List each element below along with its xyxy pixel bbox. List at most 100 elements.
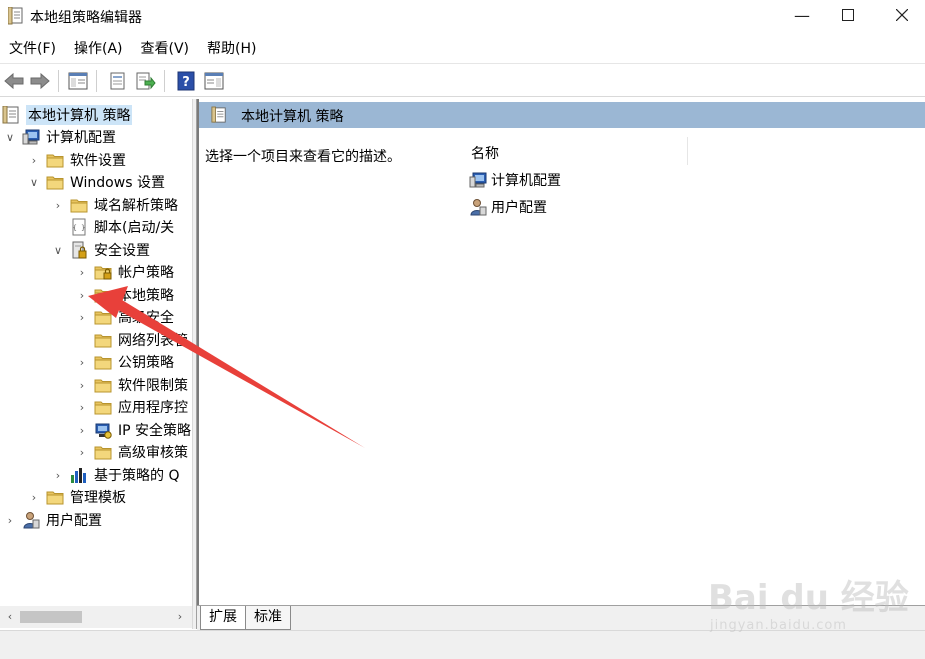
tree-item-scripts[interactable]: 脚本(启动/关: [52, 216, 174, 238]
tree-item-dns-policy[interactable]: › 域名解析策略: [52, 194, 178, 216]
show-hide-action-pane-button[interactable]: [202, 69, 226, 93]
folder-icon: [94, 308, 112, 326]
tree-item-computer-configuration[interactable]: ∨ 计算机配置: [4, 126, 116, 148]
chevron-right-icon[interactable]: ›: [76, 351, 88, 373]
close-button[interactable]: [879, 0, 925, 30]
menu-view[interactable]: 查看(V): [132, 36, 199, 62]
tree-item-user-configuration[interactable]: › 用户配置: [4, 509, 102, 531]
tree-item-label: 高级安全: [118, 310, 174, 326]
list-item-user-configuration[interactable]: 用户配置: [469, 196, 547, 218]
chevron-down-icon[interactable]: ∨: [52, 239, 64, 261]
show-hide-action-pane-icon: [204, 72, 224, 90]
baidu-watermark: Bai du 经验 jingyan.baidu.com: [700, 570, 910, 640]
properties-button[interactable]: [106, 69, 130, 93]
script-icon: [70, 218, 88, 236]
folder-icon: [70, 196, 88, 214]
policy-document-icon: [2, 106, 20, 124]
help-icon: ?: [177, 71, 195, 91]
chevron-right-icon[interactable]: ›: [4, 509, 16, 531]
back-button[interactable]: [2, 69, 26, 93]
tree-item-label: 域名解析策略: [94, 198, 178, 214]
tree-item-label: 高级审核策: [118, 445, 188, 461]
tree-item-label: Windows 设置: [70, 175, 165, 191]
chevron-right-icon[interactable]: ›: [76, 284, 88, 306]
tree-item-label: 安全设置: [94, 243, 150, 259]
folder-icon: [94, 353, 112, 371]
tree-item-local-computer-policy[interactable]: 本地计算机 策略: [2, 104, 133, 126]
watermark-url: jingyan.baidu.com: [710, 618, 847, 633]
scroll-left-icon[interactable]: ‹: [2, 609, 18, 625]
qos-chart-icon: [70, 466, 88, 484]
chevron-right-icon[interactable]: ›: [28, 149, 40, 171]
column-separator[interactable]: [687, 137, 688, 165]
tree-item-network-list[interactable]: 网络列表管: [76, 329, 188, 351]
chevron-right-icon[interactable]: ›: [76, 306, 88, 328]
computer-icon: [469, 171, 487, 189]
tree-item-label: IP 安全策略: [118, 423, 192, 439]
back-arrow-icon: [4, 72, 24, 90]
column-header-name[interactable]: 名称: [471, 143, 499, 163]
policy-document-icon: [211, 106, 227, 124]
folder-icon: [94, 331, 112, 349]
close-icon: [896, 9, 908, 21]
tree-item-local-policies[interactable]: › 本地策略: [76, 284, 174, 306]
toolbar-separator: [58, 70, 59, 92]
tree-item-public-key-policies[interactable]: › 公钥策略: [76, 351, 174, 373]
chevron-right-icon[interactable]: ›: [76, 396, 88, 418]
svg-text:?: ?: [182, 75, 190, 90]
maximize-button[interactable]: [825, 0, 871, 30]
chevron-right-icon[interactable]: ›: [76, 419, 88, 441]
tree-item-label: 计算机配置: [46, 130, 116, 146]
menu-action[interactable]: 操作(A): [65, 36, 132, 62]
chevron-down-icon[interactable]: ∨: [4, 126, 16, 148]
export-list-button[interactable]: [134, 69, 158, 93]
help-button[interactable]: ?: [174, 69, 198, 93]
forward-button[interactable]: [28, 69, 52, 93]
tree-item-account-policies[interactable]: › 帐户策略: [76, 261, 174, 283]
tree-item-application-control[interactable]: › 应用程序控: [76, 396, 188, 418]
security-settings-icon: [70, 241, 88, 259]
show-hide-console-tree-icon: [68, 72, 88, 90]
menu-file[interactable]: 文件(F): [0, 36, 65, 62]
tree-item-software-settings[interactable]: › 软件设置: [28, 149, 126, 171]
folder-icon: [46, 173, 64, 191]
forward-arrow-icon: [30, 72, 50, 90]
toolbar-separator: [164, 70, 165, 92]
policy-editor-app-icon: [8, 7, 23, 25]
menu-help[interactable]: 帮助(H): [198, 36, 265, 62]
tree-item-administrative-templates[interactable]: › 管理模板: [28, 486, 126, 508]
list-item-label: 计算机配置: [491, 173, 561, 189]
chevron-down-icon[interactable]: ∨: [28, 171, 40, 193]
list-item-computer-configuration[interactable]: 计算机配置: [469, 169, 561, 191]
title-bar: 本地组策略编辑器 —: [0, 0, 925, 32]
tree-item-windows-settings[interactable]: ∨ Windows 设置: [28, 171, 165, 193]
tree-item-ip-security[interactable]: › IP 安全策略: [76, 419, 191, 441]
show-hide-console-tree-button[interactable]: [66, 69, 90, 93]
chevron-right-icon[interactable]: ›: [76, 261, 88, 283]
tree-item-label: 网络列表管: [118, 333, 188, 349]
tree-item-advanced-security[interactable]: › 高级安全: [76, 306, 174, 328]
window-title: 本地组策略编辑器: [30, 10, 142, 26]
tree-item-label: 管理模板: [70, 490, 126, 506]
minimize-icon: —: [794, 5, 810, 25]
scrollbar-thumb[interactable]: [20, 611, 82, 623]
tree-item-advanced-audit[interactable]: › 高级审核策: [76, 441, 188, 463]
chevron-right-icon[interactable]: ›: [52, 464, 64, 486]
chevron-right-icon[interactable]: ›: [28, 486, 40, 508]
minimize-button[interactable]: —: [779, 0, 825, 30]
tab-standard[interactable]: 标准: [245, 606, 291, 630]
details-header: 本地计算机 策略: [199, 102, 925, 128]
tree-item-policy-based-qos[interactable]: › 基于策略的 Q: [52, 464, 179, 486]
chevron-right-icon[interactable]: ›: [76, 441, 88, 463]
chevron-right-icon[interactable]: ›: [76, 374, 88, 396]
chevron-right-icon[interactable]: ›: [52, 194, 64, 216]
locked-folder-icon: [94, 286, 112, 304]
toolbar: ?: [0, 63, 925, 97]
tab-extended[interactable]: 扩展: [200, 606, 246, 630]
tree-item-software-restriction[interactable]: › 软件限制策: [76, 374, 188, 396]
tree-horizontal-scrollbar[interactable]: ‹ ›: [0, 606, 192, 628]
tree-item-security-settings[interactable]: ∨ 安全设置: [52, 239, 150, 261]
scroll-right-icon[interactable]: ›: [172, 609, 188, 625]
